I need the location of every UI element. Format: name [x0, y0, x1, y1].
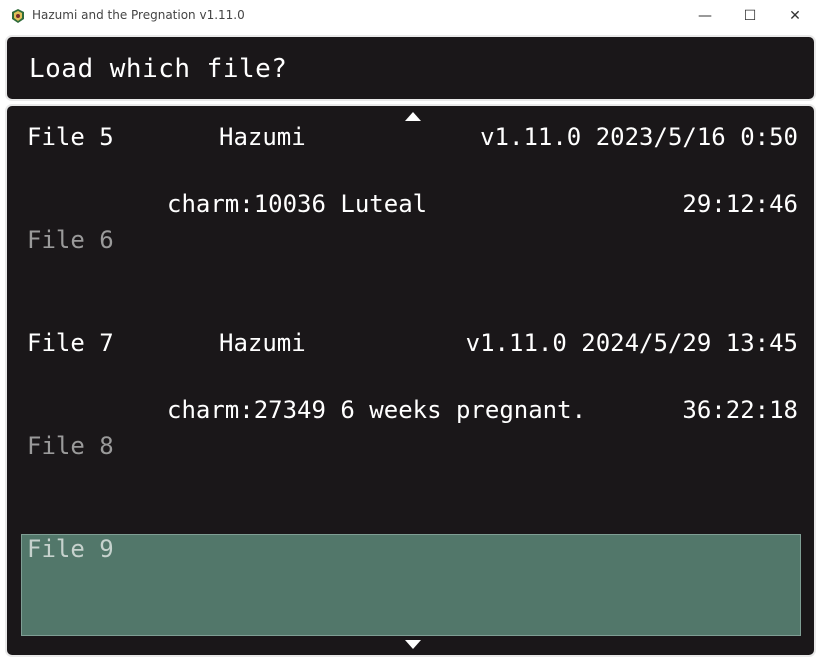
savefile-slot-5[interactable]: File 5 Hazumi v1.11.0 2023/5/16 0:50 cha… — [7, 123, 814, 226]
savefile-slot-6[interactable]: File 6 — [7, 226, 814, 329]
slot-playtime: 29:12:46 — [682, 190, 798, 218]
slot-status: charm:27349 6 weeks pregnant. — [167, 396, 587, 424]
savefile-slot-9[interactable]: File 9 — [7, 535, 814, 638]
savefile-slot-8[interactable]: File 8 — [7, 432, 814, 535]
slot-label: File 6 — [27, 226, 114, 254]
window-title: Hazumi and the Pregnation v1.11.0 — [32, 8, 245, 22]
scroll-up-arrow-icon[interactable] — [405, 112, 421, 121]
title-bar[interactable]: Hazumi and the Pregnation v1.11.0 — ☐ ✕ — [0, 0, 816, 33]
maximize-button[interactable]: ☐ — [727, 0, 773, 32]
close-icon: ✕ — [789, 8, 801, 24]
help-window: Load which file? — [5, 35, 816, 101]
slot-status: charm:10036 Luteal — [167, 190, 428, 218]
game-canvas: Load which file? File 5 Hazumi v1.11.0 2… — [3, 33, 816, 657]
savefile-slot-7[interactable]: File 7 Hazumi v1.11.0 2024/5/29 13:45 ch… — [7, 329, 814, 432]
close-button[interactable]: ✕ — [772, 0, 816, 32]
game-window: Hazumi and the Pregnation v1.11.0 — ☐ ✕ … — [0, 0, 816, 657]
app-icon — [12, 9, 24, 23]
slot-label: File 8 — [27, 432, 114, 460]
slot-label: File 7 — [27, 329, 114, 357]
slot-version-date: v1.11.0 2024/5/29 13:45 — [465, 329, 798, 357]
load-prompt: Load which file? — [29, 54, 288, 84]
minimize-button[interactable]: — — [682, 0, 728, 32]
maximize-icon: ☐ — [743, 8, 757, 24]
savefile-list[interactable]: File 5 Hazumi v1.11.0 2023/5/16 0:50 cha… — [5, 104, 816, 657]
slot-playtime: 36:22:18 — [682, 396, 798, 424]
slot-label: File 9 — [27, 535, 114, 563]
minimize-icon: — — [698, 8, 712, 24]
slot-label: File 5 — [27, 123, 114, 151]
slot-version-date: v1.11.0 2023/5/16 0:50 — [480, 123, 798, 151]
slot-character-name: Hazumi — [219, 123, 306, 151]
slot-character-name: Hazumi — [219, 329, 306, 357]
scroll-down-arrow-icon[interactable] — [405, 640, 421, 649]
